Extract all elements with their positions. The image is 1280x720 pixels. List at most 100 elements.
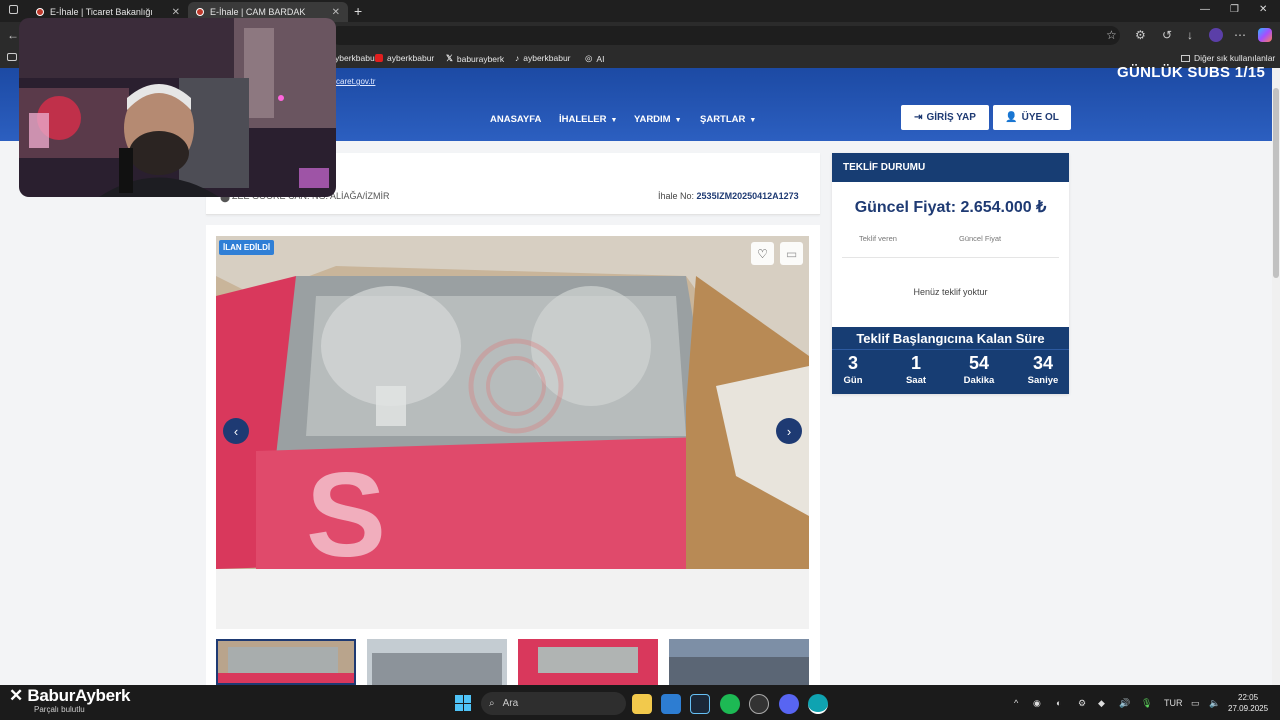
spotify-icon[interactable] xyxy=(720,694,740,714)
bookmark-label: ayberkbabur xyxy=(523,53,571,63)
obs-icon[interactable] xyxy=(749,694,769,714)
divider xyxy=(842,257,1059,258)
tray-expand-icon[interactable]: ^ xyxy=(1014,698,1018,708)
webcam-image xyxy=(19,18,336,197)
next-arrow-icon[interactable]: › xyxy=(776,418,802,444)
user-plus-icon: 👤 xyxy=(1005,112,1018,123)
caret-down-icon: ▼ xyxy=(674,117,682,124)
login-label: GİRİŞ YAP xyxy=(926,112,976,123)
nav-home[interactable]: ANASAYFA xyxy=(490,114,541,125)
bookmark-item[interactable]: ayberkbabur xyxy=(375,53,434,63)
bookmark-item[interactable]: yberkbabur xyxy=(335,53,378,63)
tray-app-icon[interactable]: ◆ xyxy=(1098,698,1105,709)
favorite-star-icon[interactable]: ☆ xyxy=(1106,28,1117,42)
tab-title: E-İhale | Ticaret Bakanlığı xyxy=(50,7,153,17)
register-button[interactable]: 👤 ÜYE OL xyxy=(993,105,1071,130)
clock-time: 22:05 xyxy=(1238,693,1259,702)
language-indicator[interactable]: TUR xyxy=(1164,698,1183,708)
taskbar-search[interactable]: ⌕ Ara xyxy=(481,692,626,715)
scrollbar-thumb[interactable] xyxy=(1273,88,1279,278)
streamer-brand: ✕ BaburAyberk xyxy=(9,686,131,706)
maximize-icon[interactable]: ❐ xyxy=(1230,4,1239,15)
history-icon[interactable]: ↺ xyxy=(1162,28,1172,42)
top-link[interactable]: caret.gov.tr xyxy=(336,77,375,86)
tab-actions-icon[interactable] xyxy=(9,5,18,14)
countdown-minutes: 54 Dakika xyxy=(954,353,1004,386)
nav-ihaleler[interactable]: İHALELER ▼ xyxy=(559,114,617,125)
countdown-value: 3 xyxy=(847,353,858,373)
thumbnail-4[interactable] xyxy=(669,639,809,685)
bid-status-header: TEKLİF DURUMU xyxy=(832,153,1069,182)
edge-icon[interactable] xyxy=(808,694,828,714)
thumbnail-image xyxy=(518,639,658,685)
tab-close-icon[interactable]: ✕ xyxy=(172,7,180,18)
product-photo-image: S xyxy=(216,236,809,569)
bookmark-item[interactable]: ◎ AI xyxy=(585,53,604,64)
photos-icon[interactable] xyxy=(661,694,681,714)
bookmark-label: AI xyxy=(596,53,605,64)
bookmark-item[interactable]: ♪ ayberkbabur xyxy=(515,53,571,63)
column-bidder: Teklif veren xyxy=(859,234,897,243)
countdown-seconds: 34 Saniye xyxy=(1018,353,1068,386)
bookmark-menu-icon[interactable] xyxy=(7,53,17,61)
taskbar-clock[interactable]: 22:05 27.09.2025 xyxy=(1228,692,1268,714)
more-menu-icon[interactable]: ⋯ xyxy=(1234,28,1246,42)
sound-icon[interactable]: 🔈 xyxy=(1209,698,1220,709)
discord-icon[interactable] xyxy=(779,694,799,714)
network-icon[interactable]: ▭ xyxy=(1191,698,1200,709)
share-icon[interactable]: ▭ xyxy=(780,242,803,265)
login-button[interactable]: ⇥ GİRİŞ YAP xyxy=(901,105,989,130)
tray-app-icon[interactable]: ◉ xyxy=(1033,698,1041,709)
prev-arrow-icon[interactable]: ‹ xyxy=(223,418,249,444)
other-bookmarks[interactable]: Diğer sık kullanılanlar xyxy=(1181,53,1275,63)
bookmark-item[interactable]: 𝕏 baburayberk xyxy=(446,53,504,64)
bookmark-label: baburayberk xyxy=(456,53,505,64)
tiktok-icon: ♪ xyxy=(515,53,520,63)
caret-down-icon: ▼ xyxy=(749,117,757,124)
new-tab-button[interactable]: + xyxy=(354,3,362,19)
url-bar[interactable] xyxy=(330,26,1120,45)
copilot-icon[interactable] xyxy=(1258,28,1272,42)
nav-yardim[interactable]: YARDIM ▼ xyxy=(634,114,682,125)
subs-counter-overlay: GÜNLÜK SUBS 1/15 xyxy=(1117,64,1266,81)
download-icon[interactable]: ↓ xyxy=(1187,28,1193,42)
profile-avatar[interactable] xyxy=(1209,28,1223,42)
tab-title: E-İhale | CAM BARDAK xyxy=(210,7,306,17)
countdown-value: 54 xyxy=(968,353,990,373)
volume-icon[interactable]: 🔊 xyxy=(1119,698,1130,709)
thumbnail-2[interactable] xyxy=(367,639,507,685)
nav-label: İHALELER xyxy=(559,114,607,125)
tray-app-icon[interactable]: ◐ xyxy=(1056,698,1061,708)
thumbnail-image xyxy=(367,639,507,685)
extensions-icon[interactable]: ⚙ xyxy=(1135,28,1146,42)
favorite-heart-icon[interactable]: ♡ xyxy=(751,242,774,265)
microphone-icon[interactable]: 🎙 xyxy=(1141,698,1152,709)
window-close-icon[interactable]: ✕ xyxy=(1259,4,1267,15)
svg-text:S: S xyxy=(306,448,386,569)
nav-label: ŞARTLAR xyxy=(700,114,746,125)
product-photo[interactable]: S xyxy=(216,236,809,569)
tab-close-icon[interactable]: ✕ xyxy=(332,7,340,18)
thumbnail-1[interactable] xyxy=(216,639,356,685)
site-favicon-icon xyxy=(36,8,44,16)
column-price: Güncel Fiyat xyxy=(959,234,1002,243)
photo-caption-area xyxy=(216,569,809,629)
back-icon[interactable]: ← xyxy=(7,28,19,42)
nav-sartlar[interactable]: ŞARTLAR ▼ xyxy=(700,114,756,125)
weather-text: Parçalı bulutlu xyxy=(34,705,85,714)
nav-label: YARDIM xyxy=(634,114,671,125)
start-icon[interactable] xyxy=(455,695,471,711)
x-icon: 𝕏 xyxy=(446,53,453,63)
x-logo-icon: ✕ xyxy=(9,686,23,705)
minimize-icon[interactable]: — xyxy=(1200,4,1210,15)
thumbnail-3[interactable] xyxy=(518,639,658,685)
folder-icon xyxy=(1181,54,1190,62)
countdown-unit: Saat xyxy=(905,375,927,386)
steam-icon[interactable] xyxy=(690,694,710,714)
tray-app-icon[interactable]: ⚙ xyxy=(1078,698,1086,709)
file-explorer-icon[interactable] xyxy=(632,694,652,714)
countdown-value: 1 xyxy=(910,353,921,373)
brand-name: BaburAyberk xyxy=(27,686,131,705)
search-placeholder: Ara xyxy=(502,698,519,709)
webcam-overlay xyxy=(19,18,336,197)
